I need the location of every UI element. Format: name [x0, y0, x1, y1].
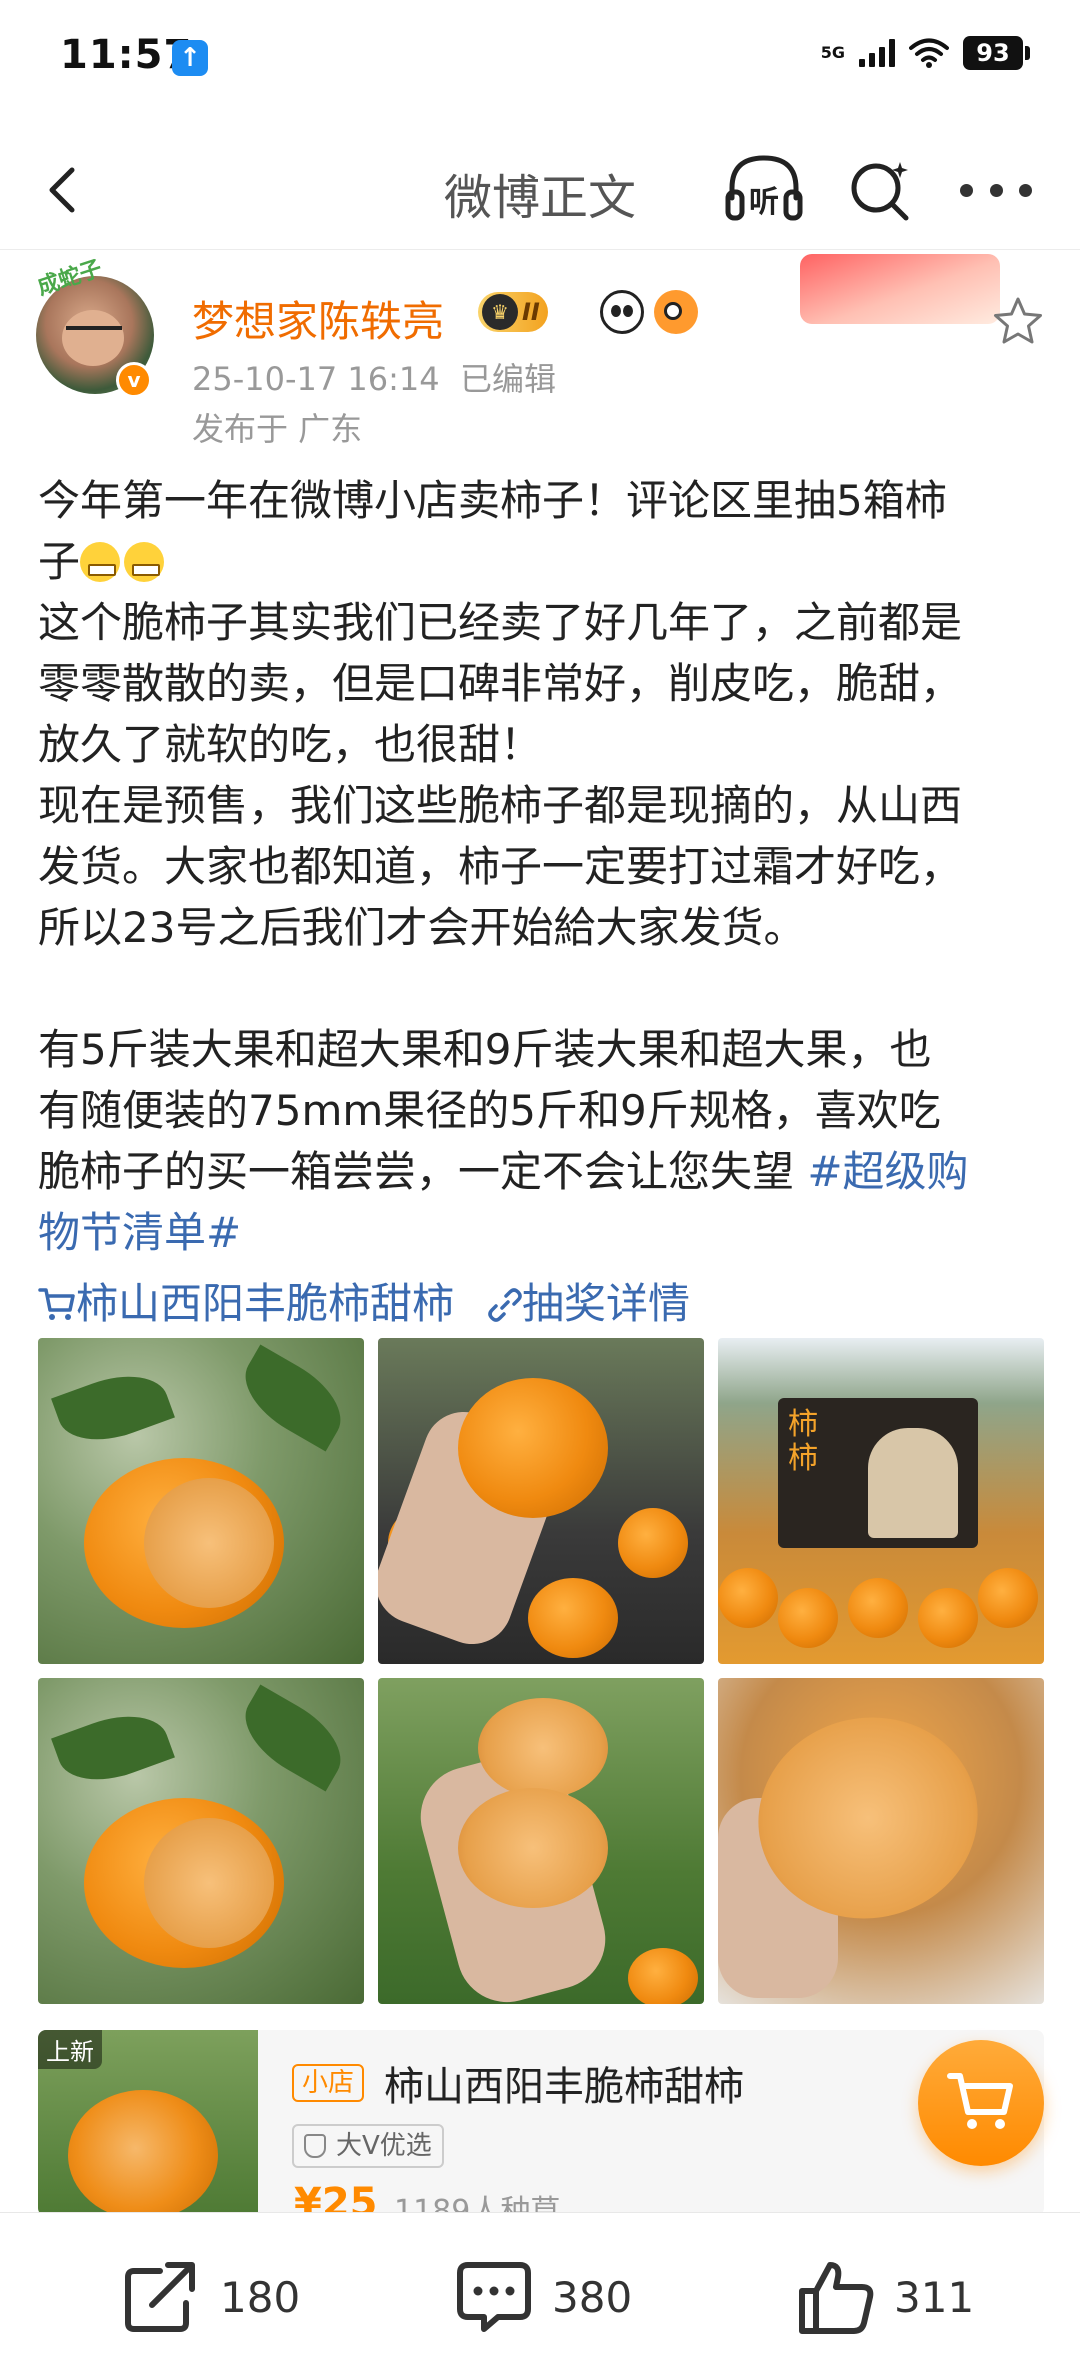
hashtag-link[interactable]: #超级购 [807, 1147, 968, 1196]
post-line: 发货。大家也都知道，柿子一定要打过霜才好吃， [38, 842, 963, 891]
action-bar: 180 380 311 [0, 2212, 1080, 2376]
decorative-banner [800, 254, 1000, 324]
photo-5[interactable] [378, 1678, 704, 2004]
page-title: 微博正文 [443, 170, 636, 226]
post-line: 有随便装的75mm果径的5斤和9斤规格，喜欢吃 [38, 1086, 941, 1135]
grin-emoji-icon [80, 542, 121, 582]
hashtag-link-continued[interactable]: 物节清单# [38, 1208, 241, 1257]
favorite-star-icon[interactable] [990, 294, 1046, 350]
photo-4[interactable] [38, 1678, 364, 2004]
panda-badge-icon[interactable] [600, 290, 644, 334]
shop-tag: 小店 [292, 2064, 365, 2102]
thumbs-up-icon [799, 2262, 874, 2334]
vip-level-badge[interactable]: ♛ II [478, 292, 548, 332]
product-title[interactable]: 柿山西阳丰脆柿甜柿 [384, 2054, 744, 2112]
post-line: 零零散散的卖，但是口碑非常好，削皮吃，脆甜， [38, 659, 963, 708]
share-icon [125, 2262, 195, 2332]
post-line: 脆柿子的买一箱尝尝，一定不会让您失望 #超级购 [38, 1147, 969, 1196]
photo-2[interactable] [378, 1338, 704, 1664]
notification-icon: ↑ [172, 40, 208, 76]
comment-icon [457, 2262, 531, 2332]
link-icon [488, 1288, 522, 1322]
post-timestamp: 25-10-17 16:14 已编辑 [192, 360, 556, 398]
edited-label: 已编辑 [459, 360, 556, 398]
status-right: 5G 93 [821, 36, 1030, 70]
post-line: 现在是预售，我们这些脆柿子都是现摘的，从山西 [38, 781, 963, 830]
bigv-badge: 大V优选 [292, 2124, 444, 2168]
verified-badge-icon: v [116, 362, 152, 398]
network-type: 5G [820, 43, 845, 62]
battery-level: 93 [963, 36, 1023, 70]
search-icon[interactable] [846, 156, 916, 226]
like-button[interactable]: 311 [796, 2259, 974, 2335]
vip-level-text: II [522, 298, 540, 326]
photo-3[interactable]: 柿柿 [718, 1338, 1044, 1664]
product-link[interactable]: 柿山西阳丰脆柿甜柿 [38, 1270, 454, 1331]
photo-grid: 柿柿 [38, 1338, 1044, 2004]
post-line: 有5斤装大果和超大果和9斤装大果和超大果，也 [38, 1025, 932, 1074]
cart-icon [38, 1288, 75, 1320]
post-line: 所以23号之后我们才会开始給大家发货。 [38, 903, 806, 952]
signal-icon [859, 39, 895, 67]
post-header: 成蛇子 v 梦想家陈轶亮 ♛ II 25-10-17 16:14 已编辑 发布于… [0, 250, 1080, 450]
post-links: 柿山西阳丰脆柿甜柿 抽奖详情 [38, 1270, 1048, 1331]
photo-1[interactable] [38, 1338, 364, 1664]
comment-count: 380 [552, 2272, 633, 2322]
product-image[interactable]: 上新 [38, 2030, 258, 2216]
post-line: 这个脆柿子其实我们已经卖了好几年了，之前都是 [38, 598, 963, 647]
like-count: 311 [894, 2272, 975, 2322]
post-line: 物节清单# [38, 1202, 1048, 1263]
shopping-cart-icon [947, 2073, 1013, 2129]
post-location: 发布于 广东 [192, 410, 363, 448]
svg-text:听: 听 [749, 185, 779, 220]
crown-icon: ♛ [482, 294, 518, 330]
product-card[interactable]: 上新 小店 柿山西阳丰脆柿甜柿 大V优选 ¥25 1189人种草 [38, 2030, 1044, 2216]
listen-icon[interactable]: 听 [722, 152, 806, 228]
battery-icon: 93 [963, 36, 1030, 70]
repost-count: 180 [220, 2272, 301, 2322]
cart-button[interactable] [918, 2040, 1044, 2166]
nav-bar: 微博正文 听 [0, 130, 1080, 250]
wifi-icon [909, 38, 949, 68]
post-line: 今年第一年在微博小店卖柿子！评论区里抽5箱柿 [38, 476, 947, 525]
new-tag: 上新 [38, 2030, 102, 2069]
product-price: ¥25 [294, 2180, 378, 2216]
lottery-link[interactable]: 抽奖详情 [488, 1270, 690, 1331]
more-options-icon[interactable] [960, 174, 1032, 206]
author-name[interactable]: 梦想家陈轶亮 [192, 288, 444, 349]
fish-badge-icon[interactable] [654, 290, 698, 334]
repost-button[interactable]: 180 [122, 2259, 300, 2335]
shield-icon [304, 2134, 326, 2158]
post-content: 今年第一年在微博小店卖柿子！评论区里抽5箱柿 子 这个脆柿子其实我们已经卖了好几… [38, 470, 1048, 1263]
post-line: 子 [38, 531, 1048, 592]
comment-button[interactable]: 380 [454, 2259, 632, 2335]
post-line: 放久了就软的吃，也很甜！ [38, 720, 543, 769]
grin-emoji-icon [124, 542, 165, 582]
photo-6[interactable] [718, 1678, 1044, 2004]
status-bar: 11:57 ↑ 5G 93 [0, 0, 1080, 120]
